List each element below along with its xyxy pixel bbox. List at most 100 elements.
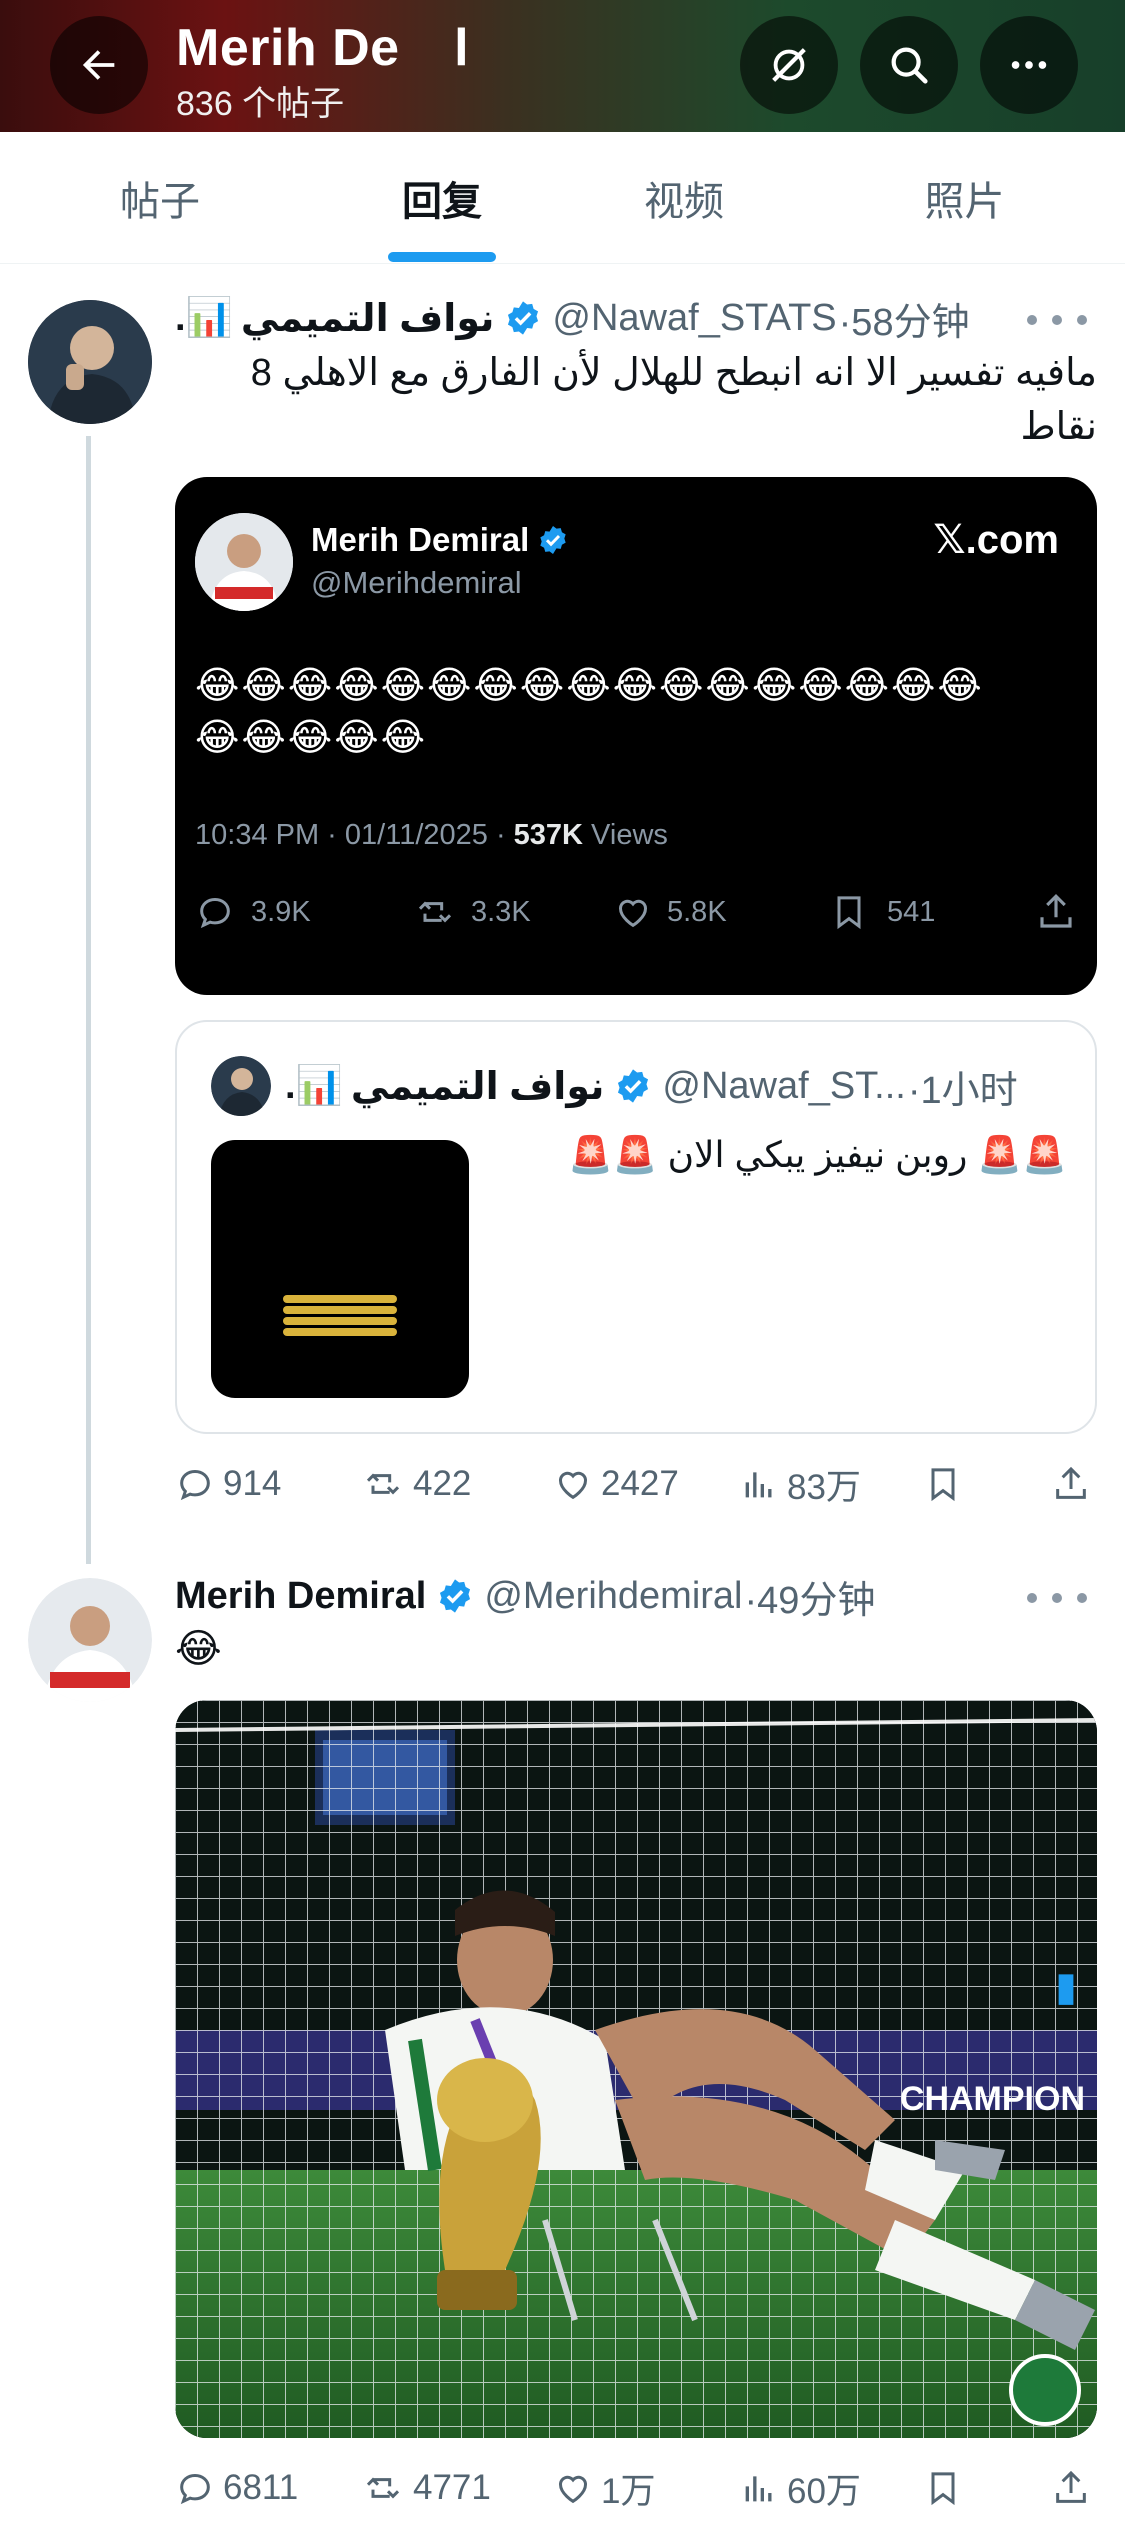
photo-image: ▮ CHAMPION <box>175 1700 1097 2438</box>
tweet-header: Merih Demiral @Merihdemiral ·49分钟 <box>175 1566 875 1626</box>
like-button[interactable]: 1万 <box>553 2458 655 2518</box>
bookmark-icon <box>931 2472 955 2506</box>
share-button[interactable] <box>1051 1454 1099 1514</box>
dot-icon <box>1052 1593 1062 1603</box>
repost-button[interactable]: 4771 <box>361 2458 491 2518</box>
verified-badge-icon <box>618 1069 649 1103</box>
banner-text: CHAMPION <box>900 2080 1085 2118</box>
repost-count: 4771 <box>413 2468 491 2507</box>
tweet-header: .📊 نواف التميمي @Nawaf_STATS ·58分钟 <box>175 288 970 348</box>
embed-emoji-line: 😂😂😂😂😂 <box>195 717 428 759</box>
embed-author-handle: @Merihdemiral <box>311 565 522 600</box>
embed-reply-count: 3.9K <box>251 895 311 928</box>
tweet-more-button[interactable] <box>1027 300 1087 340</box>
tab-photos[interactable]: 照片 <box>804 132 1125 264</box>
verified-badge-icon <box>440 1579 471 1613</box>
reply-count: 914 <box>223 1464 282 1503</box>
embed-timestamp: 10:34 PM · 01/11/2025 · <box>195 819 514 851</box>
embed-repost-count: 3.3K <box>471 895 531 928</box>
embed-avatar <box>195 513 293 611</box>
bookmark-icon <box>931 1468 955 1502</box>
embed-repost: 3.3K <box>413 887 531 937</box>
like-button[interactable]: 2427 <box>553 1454 679 1514</box>
dot-icon <box>1077 315 1087 325</box>
embed-avatar-image <box>195 513 293 611</box>
search-button[interactable] <box>860 16 958 114</box>
reply-icon <box>180 2473 210 2505</box>
tweet-timestamp[interactable]: ·58分钟 <box>839 291 970 346</box>
avatar[interactable] <box>28 1578 152 1702</box>
thread-connector <box>86 436 91 1564</box>
post-count: 836 个帖子 <box>176 85 345 123</box>
views-button[interactable]: 60万 <box>739 2458 861 2518</box>
quote-avatar-image <box>211 1056 271 1116</box>
more-options-button[interactable] <box>980 16 1078 114</box>
embed-author: Merih Demiral <box>311 521 569 559</box>
quote-timestamp: ·1小时 <box>907 1069 1018 1112</box>
tweet-author-name[interactable]: نواف التميمي <box>241 296 495 341</box>
tab-replies[interactable]: 回复 <box>320 132 564 264</box>
dot-icon <box>1027 315 1037 325</box>
repost-button[interactable]: 422 <box>361 1454 471 1514</box>
grok-button[interactable] <box>740 16 838 114</box>
profile-tabs: 帖子 回复 视频 照片 <box>0 132 1125 264</box>
avatar[interactable] <box>28 300 152 424</box>
tweet-photo[interactable]: ▮ CHAMPION <box>175 1700 1097 2438</box>
like-count: 2427 <box>601 1464 679 1503</box>
share-icon <box>1056 1466 1086 1499</box>
svg-text:▮: ▮ <box>1055 1965 1077 2009</box>
tweet-author-handle[interactable]: @Merihdemiral <box>484 1575 742 1618</box>
tab-posts[interactable]: 帖子 <box>0 132 320 264</box>
quote-text: 🚨🚨 روبن نيفيز يبكي الان 🚨🚨 <box>567 1134 1067 1175</box>
bookmark-button[interactable] <box>923 1454 971 1514</box>
x-logo-icon: 𝕏.com <box>933 518 1059 562</box>
embed-bookmark-count: 541 <box>887 895 936 928</box>
verified-badge-icon <box>540 526 566 554</box>
views-bar-chart-icon <box>745 2476 772 2502</box>
share-button[interactable] <box>1051 2458 1099 2518</box>
active-tab-indicator <box>388 252 496 262</box>
quote-thumbnail <box>211 1140 469 1398</box>
tweet-author-handle[interactable]: @Nawaf_STATS <box>552 297 836 340</box>
heart-icon <box>559 1471 587 1500</box>
verified-badge-icon <box>508 301 539 335</box>
tweet-image[interactable]: Merih Demiral @Merihdemiral 𝕏.com 😂😂😂😂😂😂… <box>175 477 1097 995</box>
tweet-more-button[interactable] <box>1027 1578 1087 1618</box>
avatar-image <box>28 300 152 424</box>
views-count: 60万 <box>787 2471 861 2511</box>
quote-author-handle: @Nawaf_ST... <box>662 1064 906 1107</box>
tab-videos[interactable]: 视频 <box>564 132 804 264</box>
search-icon <box>891 47 928 84</box>
views-bar-chart-icon <box>745 1472 772 1498</box>
reply-icon <box>180 1469 210 1501</box>
quote-avatar <box>211 1056 271 1116</box>
embed-emoji-line: 😂😂😂😂😂😂😂😂😂😂😂😂😂😂😂😂😂 <box>195 665 984 707</box>
bookmark-button[interactable] <box>923 2458 971 2518</box>
embed-like: 5.8K <box>613 887 727 937</box>
tweet-author-name[interactable]: Merih Demiral <box>175 1575 426 1618</box>
tweet-text: مافيه تفسير الا انه انبطح للهلال لأن الف… <box>250 352 1097 448</box>
repost-icon <box>366 1473 400 1495</box>
reply-button[interactable]: 914 <box>175 1454 281 1514</box>
embed-action-row: 3.9K 3.3K 5.8K 541 <box>195 887 1077 937</box>
tweet-actions: 914 422 2427 83万 <box>175 1454 1097 1514</box>
tweet-timestamp[interactable]: ·49分钟 <box>745 1569 876 1624</box>
dot-icon <box>1052 315 1062 325</box>
tweet-text: 😂 <box>175 1627 222 1671</box>
profile-name: Merih De l <box>176 19 470 77</box>
embed-reply: 3.9K <box>195 887 311 937</box>
views-button[interactable]: 83万 <box>739 1454 861 1514</box>
quote-author-name: نواف التميمي <box>350 1065 605 1108</box>
back-button[interactable] <box>50 16 148 114</box>
quote-header: .📊 نواف التميمي @Nawaf_ST... ·1小时 <box>285 1056 1018 1116</box>
heart-icon <box>559 2475 587 2504</box>
repost-count: 422 <box>413 1464 472 1503</box>
embed-views-label: Views <box>583 819 668 851</box>
grok-icon <box>772 48 806 82</box>
tweet-actions: 6811 4771 1万 60万 <box>175 2458 1097 2518</box>
quoted-tweet[interactable]: .📊 نواف التميمي @Nawaf_ST... ·1小时 🚨🚨 روب… <box>175 1020 1097 1434</box>
embed-views-count: 537K <box>513 819 583 851</box>
reply-icon <box>200 897 230 929</box>
reply-button[interactable]: 6811 <box>175 2458 298 2518</box>
profile-header: Merih De l 836 个帖子 <box>0 0 1125 132</box>
